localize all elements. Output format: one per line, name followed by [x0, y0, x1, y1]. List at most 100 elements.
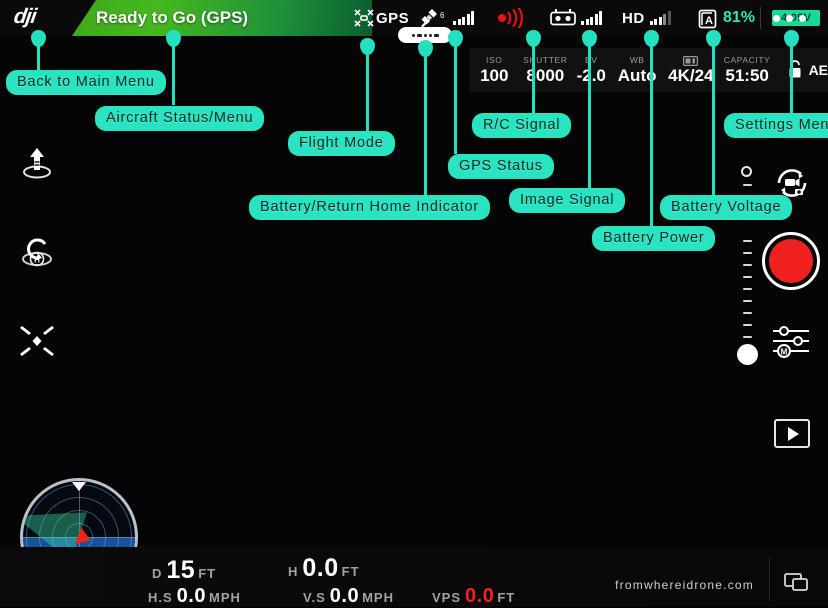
- controller-signal-bars: [581, 11, 602, 25]
- svg-text:A: A: [705, 15, 713, 27]
- capacity-value: 51:50: [725, 66, 769, 85]
- auto-takeoff-button[interactable]: [16, 142, 58, 184]
- height-unit: FT: [341, 564, 360, 579]
- record-button[interactable]: [762, 232, 820, 290]
- capacity-key: CAPACITY: [723, 55, 771, 65]
- annotation-dot-image-signal: [582, 30, 597, 47]
- hspeed-value: 0.0: [176, 585, 206, 607]
- telemetry-vertical-speed: V.S 0.0 MPH: [303, 585, 394, 608]
- ev-tick: [743, 184, 752, 186]
- bottom-telemetry-bar: D 15 FT H 0.0 FT H.S 0.0 MPH V.S 0.0 MPH…: [0, 547, 828, 607]
- aircraft-map-toggle-button[interactable]: [16, 320, 58, 362]
- telemetry-distance: D 15 FT: [152, 556, 216, 585]
- hd-label: HD: [622, 9, 645, 27]
- iso-value: 100: [480, 66, 509, 85]
- annotation-dot-back-to-main-menu: [31, 30, 46, 47]
- distance-value: 15: [166, 556, 196, 584]
- ev-slider-zero-mark: [741, 166, 752, 177]
- annotation-aircraft-status-menu: Aircraft Status/Menu: [95, 106, 265, 131]
- lock-icon: [789, 60, 801, 78]
- ev-slider-knob[interactable]: [737, 344, 758, 365]
- topbar-divider: [760, 7, 761, 29]
- telemetry-vps: VPS 0.0 FT: [432, 585, 515, 608]
- vspeed-value: 0.0: [329, 585, 360, 607]
- return-to-home-button[interactable]: H: [16, 232, 58, 274]
- svg-text:M: M: [781, 348, 788, 357]
- drone-icon: [354, 9, 374, 27]
- wb-key: WB: [629, 55, 645, 65]
- vspeed-prefix: V.S: [303, 590, 326, 605]
- annotation-flight-mode: Flight Mode: [288, 131, 395, 156]
- play-triangle-icon: [788, 426, 799, 441]
- camera-setting-shutter[interactable]: SHUTTER 8000: [519, 48, 573, 92]
- annotation-dot-battery-power: [644, 30, 659, 47]
- annotation-line-image-signal: [588, 36, 591, 188]
- hspeed-prefix: H.S: [148, 590, 173, 605]
- resolution-value: 4K/24: [668, 66, 714, 85]
- annotation-battery-power: Battery Power: [592, 226, 716, 251]
- radar-north-marker: [72, 482, 86, 491]
- shutter-key: SHUTTER: [523, 55, 568, 65]
- battery-power-indicator[interactable]: A 81%: [698, 0, 755, 36]
- rc-signal-indicator[interactable]: [495, 0, 529, 36]
- vspeed-unit: MPH: [362, 590, 394, 605]
- telemetry-horizontal-speed: H.S 0.0 MPH: [148, 585, 241, 608]
- record-button-inner: [769, 239, 813, 283]
- distance-prefix: D: [152, 566, 163, 581]
- gps-signal-bars: [453, 11, 474, 25]
- satellite-count: 6: [440, 11, 445, 20]
- annotation-dot-rc-signal: [526, 30, 541, 47]
- annotation-settings-menu: Settings Menu: [724, 113, 828, 138]
- annotation-dot-gps-status: [448, 30, 463, 47]
- annotation-dot-aircraft-status: [166, 30, 181, 47]
- image-signal-bars: [649, 11, 671, 25]
- annotation-image-signal: Image Signal: [509, 188, 626, 213]
- vps-value: 0.0: [465, 585, 495, 607]
- camera-settings-strip: ISO 100 SHUTTER 8000 EV -2.0 WB Auto 4K/…: [470, 48, 828, 92]
- watermark-text: fromwhereidrone.com: [615, 578, 754, 592]
- hspeed-unit: MPH: [208, 590, 241, 605]
- annotation-dot-flight-mode: [360, 38, 375, 55]
- sdcard-icon: [683, 55, 699, 66]
- annotation-line-flight-mode: [366, 44, 369, 132]
- distance-unit: FT: [198, 566, 217, 581]
- ev-value: -2.0: [576, 66, 606, 85]
- ev-tick: [743, 324, 752, 326]
- camera-setting-resolution[interactable]: 4K/24: [664, 48, 718, 92]
- aircraft-status-text[interactable]: Ready to Go (GPS): [96, 5, 248, 31]
- ev-tick: [743, 264, 752, 266]
- ev-tick: [743, 288, 752, 290]
- camera-setting-capacity[interactable]: CAPACITY 51:50: [718, 48, 777, 92]
- screencast-button[interactable]: [780, 568, 814, 596]
- aircraft-map-icon: [20, 326, 54, 356]
- ev-slider[interactable]: [737, 162, 758, 365]
- battery-percent: 81%: [723, 9, 756, 26]
- camera-setting-iso[interactable]: ISO 100: [470, 48, 519, 92]
- height-value: 0.0: [302, 554, 339, 582]
- battery-icon: A: [698, 9, 717, 28]
- dji-logo[interactable]: dji: [12, 4, 78, 30]
- ev-tick: [743, 252, 752, 254]
- three-dots-icon: [773, 14, 806, 22]
- annotation-rc-signal: R/C Signal: [472, 113, 572, 138]
- annotation-gps-status: GPS Status: [448, 154, 554, 179]
- vps-unit: FT: [497, 590, 516, 605]
- ev-tick: [743, 276, 752, 278]
- annotation-back-to-main-menu: Back to Main Menu: [6, 70, 166, 95]
- annotation-line-battery-power: [650, 36, 653, 226]
- rc-signal-icon: [498, 8, 523, 28]
- annotation-line-gps-status: [454, 36, 457, 154]
- camera-settings-button[interactable]: M: [768, 322, 816, 366]
- annotation-battery-voltage: Battery Voltage: [660, 195, 793, 220]
- return-home-icon: H: [22, 238, 52, 267]
- annotation-dot-battery-voltage: [706, 30, 721, 47]
- ae-label: AE: [808, 62, 828, 78]
- remote-controller-icon: [550, 9, 576, 26]
- telemetry-height: H 0.0 FT: [288, 554, 360, 583]
- annotation-battery-return-home: Battery/Return Home Indicator: [249, 195, 491, 220]
- flight-mode-label: GPS: [376, 9, 410, 27]
- camera-setting-wb[interactable]: WB Auto: [610, 48, 664, 92]
- camera-setting-ev[interactable]: EV -2.0: [572, 48, 610, 92]
- playback-button[interactable]: [774, 419, 810, 448]
- annotation-dot-battery-return-home: [418, 40, 433, 57]
